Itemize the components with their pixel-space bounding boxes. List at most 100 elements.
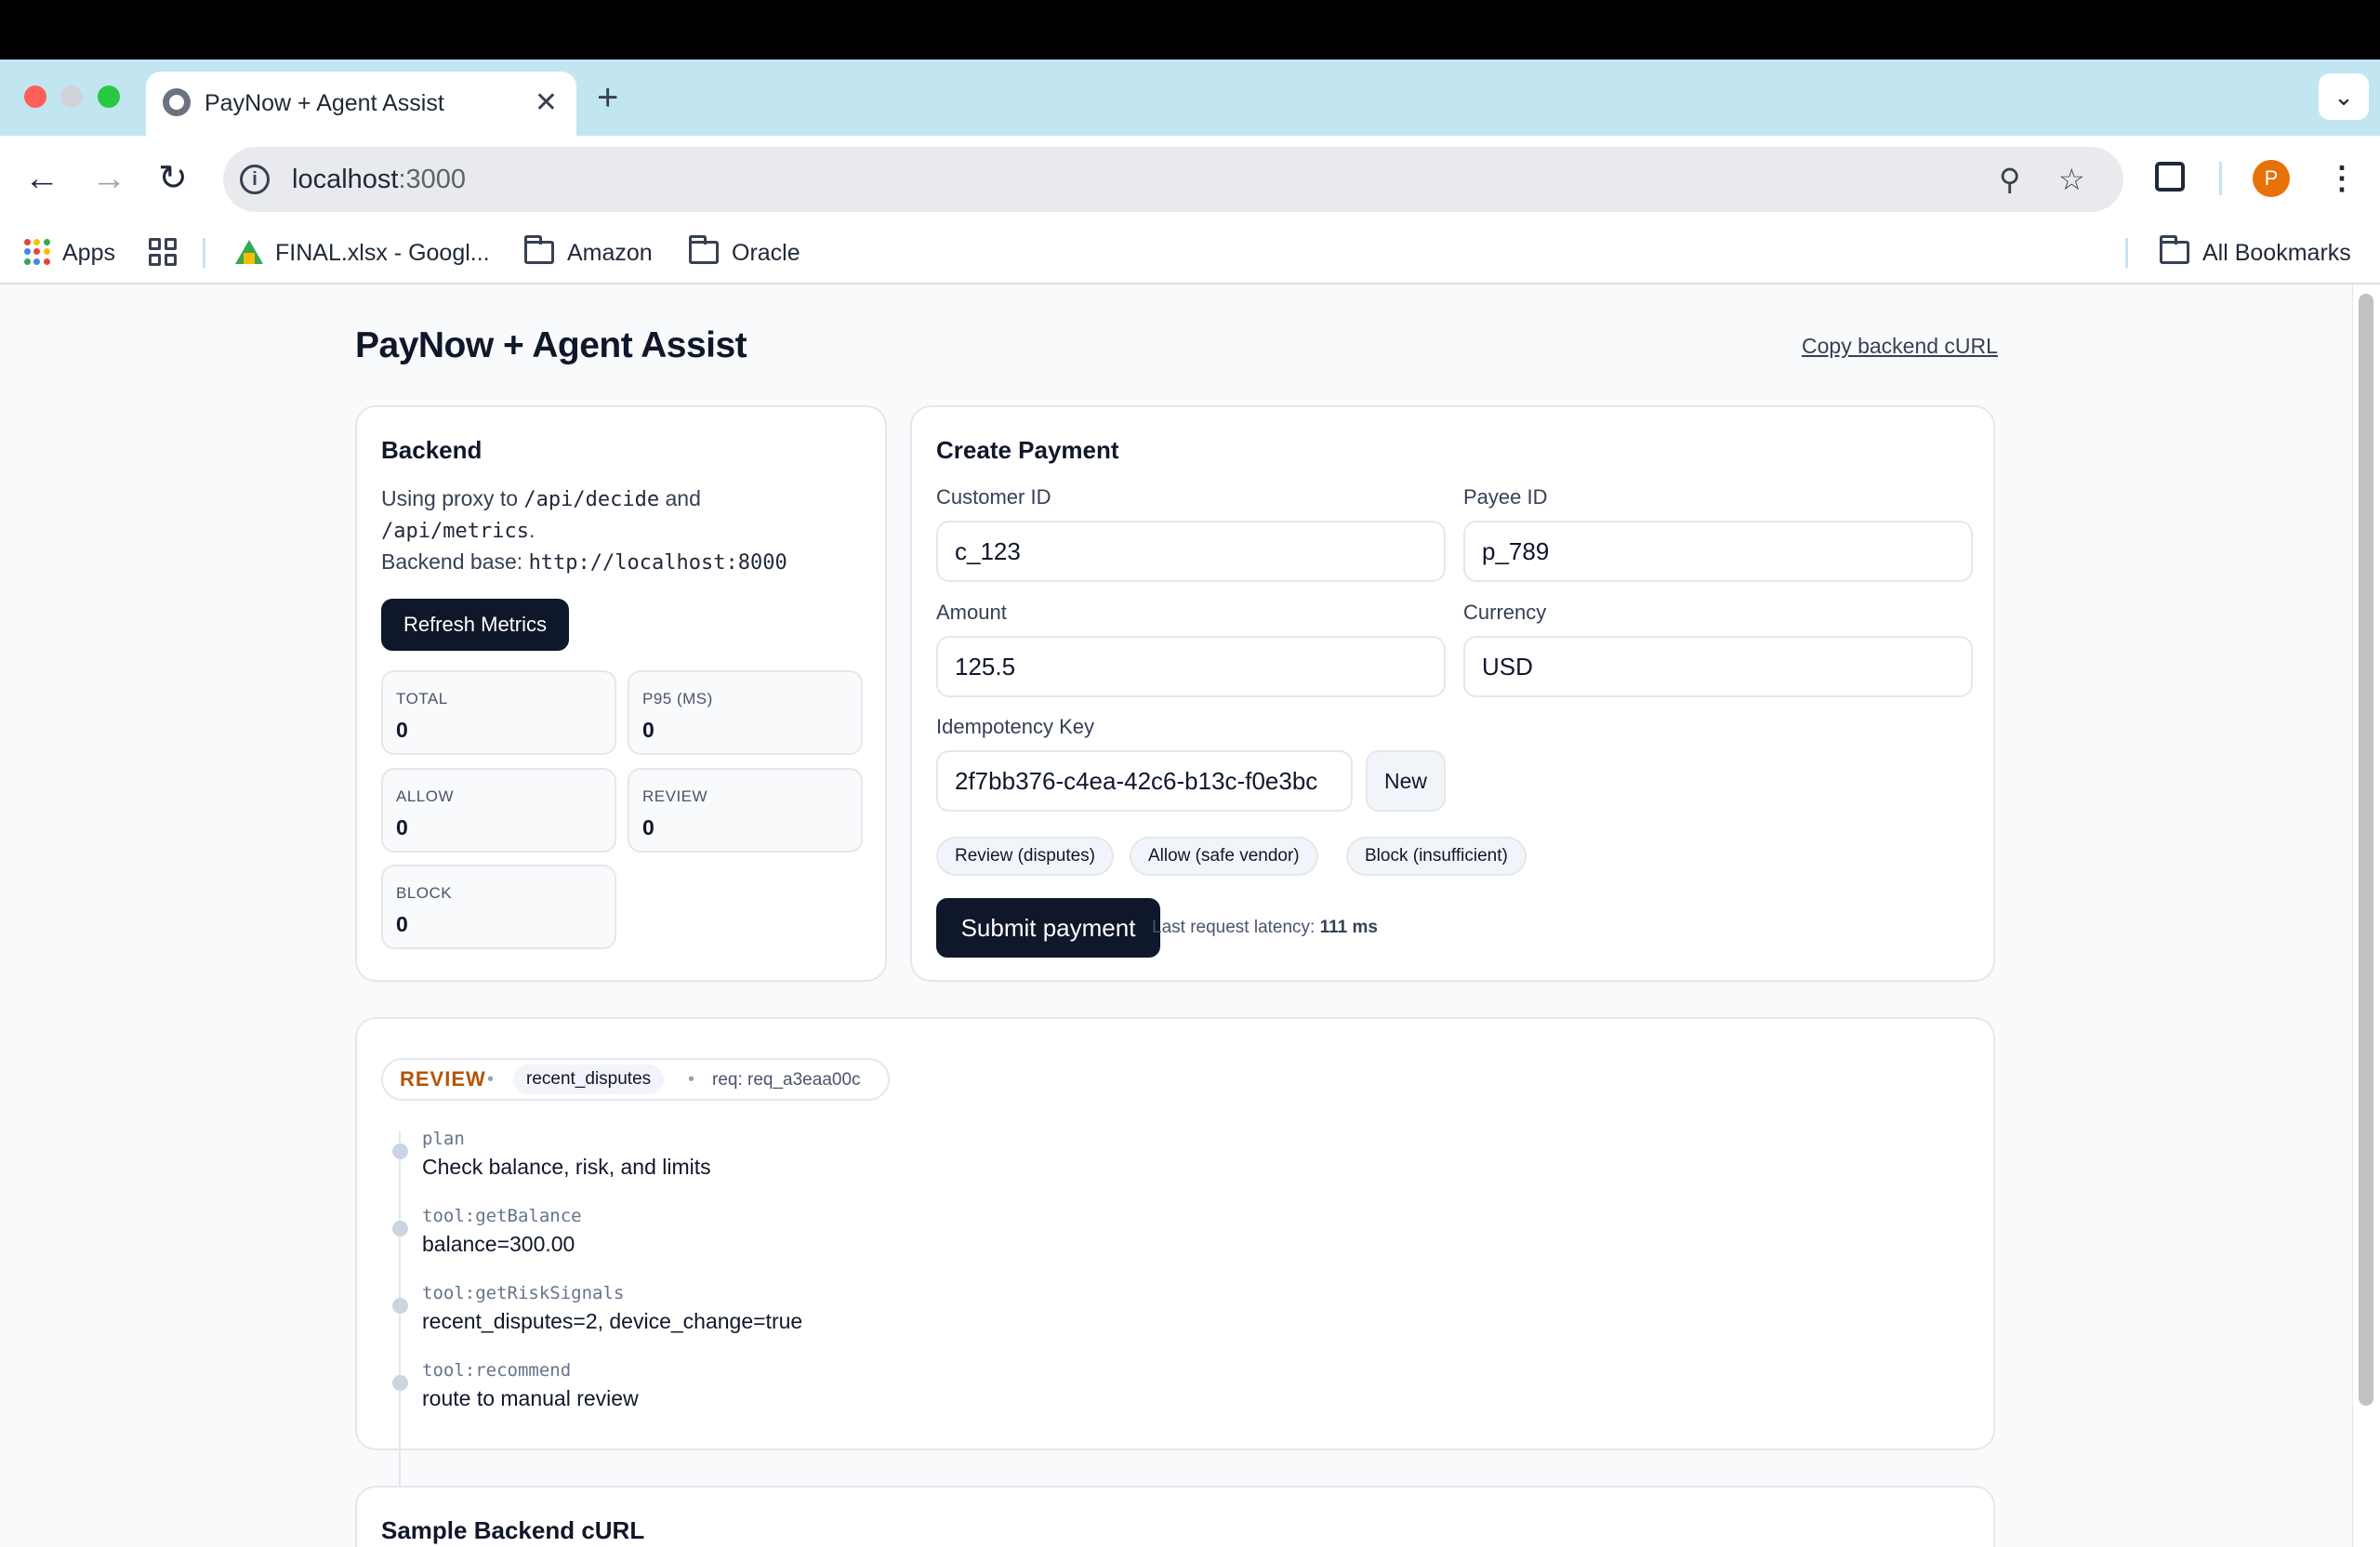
step-tag: tool:recommend <box>422 1360 572 1381</box>
decision-summary: REVIEW • recent_disputes • req: req_a3ea… <box>381 1058 890 1101</box>
amount-input[interactable] <box>936 636 1446 697</box>
bookmarks-bar: Apps FINAL.xlsx - Googl... Amazon Oracle… <box>0 221 2380 284</box>
latency-text: Last request latency: 111 ms <box>1152 918 1378 937</box>
metric-value: 0 <box>396 815 408 840</box>
separator-dot: • <box>688 1069 695 1090</box>
maximize-window-button[interactable] <box>98 86 120 108</box>
idempotency-key-input[interactable] <box>936 750 1353 812</box>
latency-value: 111 ms <box>1319 918 1378 937</box>
copy-curl-link[interactable]: Copy backend cURL <box>1802 331 1998 361</box>
metric-block: BLOCK 0 <box>381 865 616 949</box>
site-info-icon[interactable]: i <box>240 165 270 194</box>
menu-icon[interactable]: ⋮ <box>2326 156 2358 201</box>
toolbar-divider <box>2219 162 2222 195</box>
screen-top-bar <box>0 0 2380 60</box>
step-text: Check balance, risk, and limits <box>422 1155 711 1179</box>
sample-curl-title: Sample Backend cURL <box>381 1516 645 1544</box>
create-payment-title: Create Payment <box>936 436 1119 464</box>
extensions-icon[interactable] <box>2155 162 2185 192</box>
payee-id-label: Payee ID <box>1463 485 1548 509</box>
tab-groups-icon[interactable] <box>149 238 177 266</box>
folder-icon <box>689 235 719 264</box>
amount-label: Amount <box>936 601 1007 624</box>
step-tag: tool:getBalance <box>422 1206 582 1226</box>
request-id: req: req_a3eaa00c <box>712 1070 861 1090</box>
minimize-window-button[interactable] <box>60 86 83 108</box>
step-text: recent_disputes=2, device_change=true <box>422 1309 803 1333</box>
bookmark-separator <box>203 238 205 268</box>
back-icon[interactable]: ← <box>24 152 60 205</box>
metric-review: REVIEW 0 <box>628 768 863 853</box>
forward-icon[interactable]: → <box>91 152 126 205</box>
step-tag: tool:getRiskSignals <box>422 1283 625 1303</box>
metric-label: ALLOW <box>396 787 455 805</box>
tab-search-button[interactable]: ⌄ <box>2319 73 2369 120</box>
currency-input[interactable] <box>1463 636 1973 697</box>
metric-allow: ALLOW 0 <box>381 768 616 853</box>
zoom-icon[interactable]: ⚲ <box>1999 160 2020 199</box>
bookmark-apps[interactable]: Apps <box>62 236 115 270</box>
customer-id-input[interactable] <box>936 521 1446 582</box>
create-payment-card: Create Payment Customer ID Payee ID Amou… <box>910 405 1995 982</box>
folder-icon <box>2160 235 2189 264</box>
metric-label: REVIEW <box>642 787 708 805</box>
metric-value: 0 <box>642 815 654 840</box>
apps-grid-icon <box>24 239 50 265</box>
idempotency-key-label: Idempotency Key <box>936 715 1094 738</box>
separator-dot: • <box>487 1069 495 1090</box>
timeline-dot <box>392 1221 408 1236</box>
new-key-button[interactable]: New <box>1366 750 1446 812</box>
close-icon[interactable]: ✕ <box>535 85 558 122</box>
star-icon[interactable]: ☆ <box>2058 160 2085 199</box>
url-text[interactable]: localhost:3000 <box>292 161 466 198</box>
scrollbar-thumb[interactable] <box>2359 294 2373 1406</box>
metric-total: TOTAL 0 <box>381 670 616 755</box>
timeline-dot <box>392 1144 408 1159</box>
reason-chip: recent_disputes <box>513 1064 665 1094</box>
refresh-metrics-button[interactable]: Refresh Metrics <box>381 599 569 651</box>
payee-id-input[interactable] <box>1463 521 1973 582</box>
submit-payment-button[interactable]: Submit payment <box>936 898 1160 958</box>
preset-allow-button[interactable]: Allow (safe vendor) <box>1130 837 1318 876</box>
metric-value: 0 <box>396 912 408 936</box>
address-bar[interactable]: i localhost:3000 ⚲ ☆ <box>223 147 2123 212</box>
backend-description: Using proxy to /api/decide and /api/metr… <box>381 486 787 575</box>
metric-label: P95 (MS) <box>642 690 713 707</box>
metric-label: TOTAL <box>396 690 448 707</box>
sample-curl-card: Sample Backend cURL <box>355 1486 1995 1547</box>
backend-title: Backend <box>381 436 483 464</box>
close-window-button[interactable] <box>24 86 46 108</box>
reload-icon[interactable]: ↻ <box>158 152 188 205</box>
metric-value: 0 <box>642 718 654 742</box>
preset-block-button[interactable]: Block (insufficient) <box>1346 837 1527 876</box>
step-text: route to manual review <box>422 1386 639 1410</box>
bookmark-folder-oracle[interactable]: Oracle <box>732 236 800 270</box>
metric-value: 0 <box>396 718 408 742</box>
metric-p95: P95 (MS) 0 <box>628 670 863 755</box>
customer-id-label: Customer ID <box>936 485 1051 509</box>
all-bookmarks[interactable]: All Bookmarks <box>2202 236 2351 270</box>
timeline-dot <box>392 1298 408 1314</box>
currency-label: Currency <box>1463 601 1547 624</box>
step-text: balance=300.00 <box>422 1232 575 1256</box>
browser-toolbar: ← → ↻ i localhost:3000 ⚲ ☆ P ⋮ <box>0 136 2380 221</box>
bookmark-folder-amazon[interactable]: Amazon <box>567 236 653 270</box>
new-tab-button[interactable]: + <box>597 74 618 121</box>
browser-tab[interactable]: PayNow + Agent Assist ✕ <box>146 72 576 136</box>
tab-title: PayNow + Agent Assist <box>205 90 444 116</box>
folder-icon <box>524 235 554 264</box>
backend-card: Backend Using proxy to /api/decide and /… <box>355 405 887 982</box>
bookmark-separator <box>2125 238 2128 268</box>
page-title: PayNow + Agent Assist <box>355 325 747 365</box>
google-drive-icon <box>235 240 263 264</box>
globe-icon <box>163 88 191 116</box>
decision-label: REVIEW <box>400 1067 486 1091</box>
decision-card: REVIEW • recent_disputes • req: req_a3ea… <box>355 1017 1995 1512</box>
step-tag: plan <box>422 1129 465 1149</box>
profile-avatar[interactable]: P <box>2253 160 2290 197</box>
preset-review-button[interactable]: Review (disputes) <box>936 837 1114 876</box>
bookmark-sheet[interactable]: FINAL.xlsx - Googl... <box>275 236 490 270</box>
timeline-line <box>399 1130 401 1512</box>
metric-label: BLOCK <box>396 884 453 902</box>
timeline-dot <box>392 1375 408 1391</box>
